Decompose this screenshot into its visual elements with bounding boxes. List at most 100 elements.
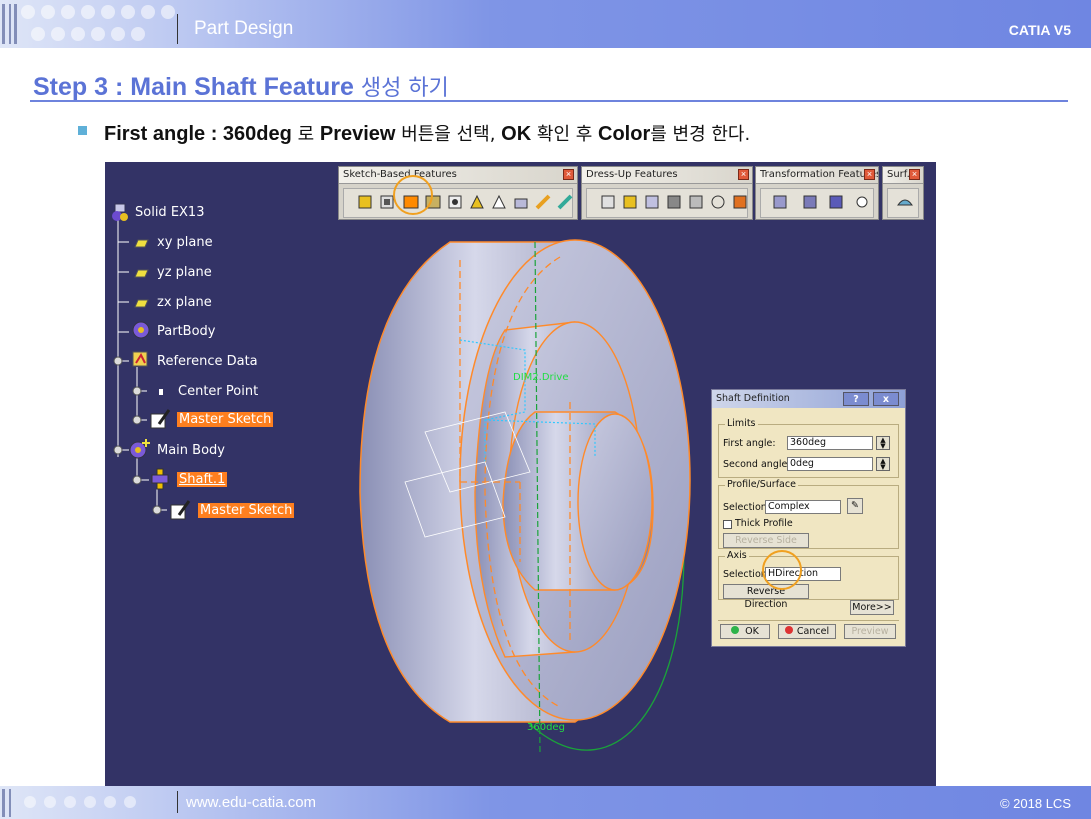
more-button[interactable]: More>> — [850, 600, 894, 615]
reference-data-icon[interactable] — [131, 349, 151, 374]
remove-loft-icon[interactable] — [556, 193, 574, 211]
angle-label: 360deg — [527, 722, 565, 733]
fillet-icon[interactable] — [599, 193, 617, 211]
shaft-definition-dialog: Shaft Definition ? x Limits First angle:… — [711, 389, 906, 647]
scaling-icon[interactable] — [853, 193, 871, 211]
first-angle-spinner[interactable]: ▲ ▼ — [876, 436, 890, 450]
rib-icon[interactable] — [468, 193, 486, 211]
tree-zx-plane[interactable]: zx plane — [157, 295, 212, 310]
toolbar-title: Dress-Up Features — [582, 167, 752, 184]
header-bar: Part Design CATIA V5 — [0, 0, 1091, 48]
footer-url[interactable]: www.edu-catia.com — [186, 794, 316, 811]
sketch-icon[interactable] — [149, 408, 173, 435]
surface-icon[interactable] — [896, 193, 914, 211]
close-icon[interactable]: × — [864, 169, 875, 180]
first-angle-field[interactable]: 360deg — [787, 436, 873, 450]
footer-dots-decoration — [2, 789, 136, 817]
header-product: CATIA V5 — [1008, 22, 1071, 38]
cancel-status-icon — [784, 626, 793, 634]
tree-root-label[interactable]: Solid EX13 — [135, 205, 204, 220]
limits-group-label: Limits — [725, 418, 758, 429]
plane-icon[interactable] — [131, 236, 149, 254]
step-title-en: Step 3 : Main Shaft Feature — [33, 73, 354, 101]
thickness-icon[interactable] — [687, 193, 705, 211]
preview-button[interactable]: Preview — [844, 624, 896, 639]
ok-button[interactable]: OK — [720, 624, 770, 639]
tree-partbody[interactable]: PartBody — [157, 324, 215, 339]
tree-master-sketch-1[interactable]: Master Sketch — [177, 412, 274, 427]
instruction-kr-3: 확인 후 — [531, 124, 599, 145]
instruction-part-2: Preview — [319, 123, 396, 145]
axis-group-label: Axis — [725, 550, 749, 561]
instruction-kr-4: 를 변경 한다. — [650, 124, 751, 145]
toolbar-title: Transformation Features — [756, 167, 878, 184]
profile-group-label: Profile/Surface — [725, 479, 798, 490]
dialog-close-button[interactable]: x — [873, 392, 899, 406]
hole-icon[interactable] — [446, 193, 464, 211]
tree-reference-data[interactable]: Reference Data — [157, 354, 258, 369]
ok-status-icon — [731, 626, 740, 634]
instruction-part-3: OK — [501, 123, 532, 145]
second-angle-spinner[interactable]: ▲ ▼ — [876, 457, 890, 471]
chamfer-icon[interactable] — [621, 193, 639, 211]
close-icon[interactable]: × — [563, 169, 574, 180]
close-icon[interactable]: × — [738, 169, 749, 180]
loft-icon[interactable] — [534, 193, 552, 211]
sketch-profile-button[interactable]: ✎ — [847, 498, 863, 514]
close-icon[interactable]: × — [909, 169, 920, 180]
partbody-gear-icon[interactable] — [131, 320, 151, 345]
tree-shaft-1[interactable]: Shaft.1 — [177, 472, 228, 487]
instruction-text: First angle : 360deg 로 Preview 버튼을 선택, O… — [104, 120, 750, 146]
axis-group: Axis Selection: HDirection Reverse Direc… — [718, 550, 899, 610]
slot-icon[interactable] — [490, 193, 508, 211]
footer-separator — [177, 791, 178, 813]
tree-main-body[interactable]: Main Body — [157, 443, 225, 458]
draft-icon[interactable] — [643, 193, 661, 211]
shaft-tool-highlight-circle — [393, 175, 433, 215]
stiffener-icon[interactable] — [512, 193, 530, 211]
dim-label: DIM2.Drive — [513, 372, 568, 383]
instruction-kr-1: 로 — [291, 124, 320, 145]
small-shaft-face — [577, 413, 653, 591]
tree-master-sketch-2[interactable]: Master Sketch — [198, 503, 295, 518]
shell-icon[interactable] — [665, 193, 683, 211]
part-root-icon[interactable] — [109, 202, 129, 224]
ok-label: OK — [745, 626, 759, 637]
pattern-icon[interactable] — [827, 193, 845, 211]
catia-screenshot: DIM2.Drive 360deg Solid EX13 xy plane yz… — [105, 162, 936, 786]
tree-yz-plane[interactable]: yz plane — [157, 265, 212, 280]
toolbar-transformation: Transformation Features × — [755, 166, 879, 220]
second-angle-field[interactable]: 0deg — [787, 457, 873, 471]
pad-icon[interactable] — [356, 193, 374, 211]
toolbar-sketch-based: Sketch-Based Features × — [338, 166, 578, 220]
shaft-icon[interactable] — [149, 467, 173, 496]
header-separator — [177, 14, 178, 44]
header-title: Part Design — [194, 18, 294, 39]
main-body-gear-icon[interactable] — [127, 437, 153, 466]
translation-icon[interactable] — [771, 193, 789, 211]
tree-center-point[interactable]: Center Point — [178, 384, 258, 399]
toolbar-title: Sketch-Based Features — [339, 167, 577, 184]
bullet-marker — [78, 126, 87, 135]
thread-icon[interactable] — [709, 193, 727, 211]
reverse-side-button[interactable]: Reverse Side — [723, 533, 809, 548]
title-underline — [30, 100, 1068, 102]
tree-xy-plane[interactable]: xy plane — [157, 235, 213, 250]
remove-face-icon[interactable] — [731, 193, 749, 211]
sketch-icon[interactable] — [169, 499, 193, 526]
cancel-button[interactable]: Cancel — [778, 624, 836, 639]
profile-selection-field[interactable]: Complex — [765, 500, 841, 514]
profile-selection-label: Selection: — [723, 502, 770, 513]
plane-icon[interactable] — [131, 266, 149, 284]
step-title-kr: 생성 하기 — [360, 76, 449, 101]
plane-icon[interactable] — [131, 296, 149, 314]
help-button[interactable]: ? — [843, 392, 869, 406]
thick-profile-checkbox[interactable] — [723, 520, 732, 529]
point-icon[interactable] — [157, 384, 165, 402]
footer-bar: www.edu-catia.com © 2018 LCS — [0, 786, 1091, 819]
toolbar-buttons — [586, 188, 748, 218]
mirror-icon[interactable] — [801, 193, 819, 211]
limits-group: Limits First angle: 360deg ▲ ▼ Second ang… — [718, 418, 899, 478]
second-angle-label: Second angle: — [723, 459, 791, 470]
thick-profile-label: Thick Profile — [735, 518, 793, 529]
